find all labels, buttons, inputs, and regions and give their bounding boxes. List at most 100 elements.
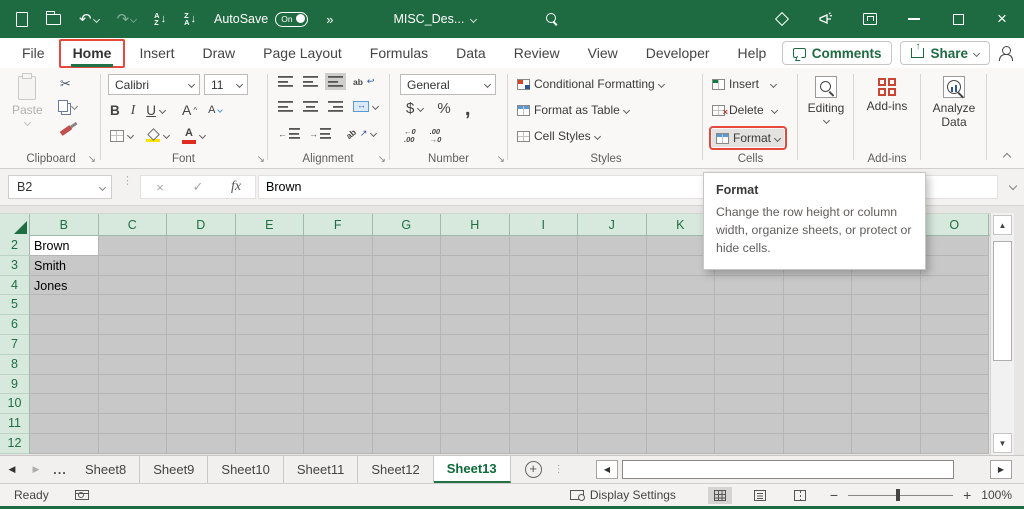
tab-formulas[interactable]: Formulas: [356, 39, 442, 68]
cell-K6[interactable]: [647, 315, 716, 335]
sheet-tab-sheet8[interactable]: Sheet8: [72, 456, 140, 483]
cell-C4[interactable]: [99, 276, 168, 296]
tab-review[interactable]: Review: [500, 39, 574, 68]
cell-H5[interactable]: [441, 295, 510, 315]
search-button[interactable]: [546, 13, 558, 25]
zoom-slider[interactable]: [848, 489, 953, 501]
feedback-icon[interactable]: [804, 0, 848, 38]
cell-B2[interactable]: Brown: [30, 236, 99, 256]
cell-L9[interactable]: [715, 375, 784, 395]
display-settings-button[interactable]: Display Settings: [570, 488, 676, 502]
cell-G4[interactable]: [373, 276, 442, 296]
column-header-G[interactable]: G: [373, 214, 442, 236]
cell-E5[interactable]: [236, 295, 305, 315]
currency-button[interactable]: $: [406, 100, 423, 117]
align-center-icon[interactable]: [303, 101, 318, 112]
cell-D5[interactable]: [167, 295, 236, 315]
cell-E10[interactable]: [236, 394, 305, 414]
cell-L5[interactable]: [715, 295, 784, 315]
cell-L4[interactable]: [715, 276, 784, 296]
cell-G2[interactable]: [373, 236, 442, 256]
tabbar-dots[interactable]: ⋮: [554, 467, 560, 472]
cell-I3[interactable]: [510, 256, 579, 276]
cell-G5[interactable]: [373, 295, 442, 315]
merge-center-button[interactable]: [353, 101, 378, 112]
font-name-select[interactable]: Calibri: [108, 74, 200, 95]
cell-I12[interactable]: [510, 434, 579, 454]
grow-font-button[interactable]: A^: [182, 102, 197, 118]
cell-M9[interactable]: [784, 375, 853, 395]
cell-L6[interactable]: [715, 315, 784, 335]
cell-J11[interactable]: [578, 414, 647, 434]
cell-G11[interactable]: [373, 414, 442, 434]
sheet-ellipsis[interactable]: ...: [48, 456, 72, 483]
cell-G12[interactable]: [373, 434, 442, 454]
cell-D12[interactable]: [167, 434, 236, 454]
cell-I4[interactable]: [510, 276, 579, 296]
sheet-tab-sheet12[interactable]: Sheet12: [358, 456, 433, 483]
cancel-icon[interactable]: ×: [141, 180, 179, 195]
macro-record-icon[interactable]: [75, 490, 89, 500]
align-middle-icon[interactable]: [303, 76, 318, 87]
format-painter-button[interactable]: [60, 128, 72, 133]
sheet-tab-sheet9[interactable]: Sheet9: [140, 456, 208, 483]
row-header-6[interactable]: 6: [0, 315, 30, 335]
collapse-ribbon-icon[interactable]: [1003, 153, 1011, 161]
cell-B8[interactable]: [30, 355, 99, 375]
column-header-F[interactable]: F: [304, 214, 373, 236]
cell-B6[interactable]: [30, 315, 99, 335]
cell-L8[interactable]: [715, 355, 784, 375]
clipboard-dialog-launcher[interactable]: ↘: [88, 154, 96, 165]
cell-E11[interactable]: [236, 414, 305, 434]
addins-button[interactable]: Add-ins: [862, 78, 912, 113]
cell-H4[interactable]: [441, 276, 510, 296]
autosave-switch[interactable]: On: [275, 12, 308, 27]
cell-F7[interactable]: [304, 335, 373, 355]
cell-I7[interactable]: [510, 335, 579, 355]
cell-C7[interactable]: [99, 335, 168, 355]
column-header-B[interactable]: B: [30, 214, 99, 236]
new-file-icon[interactable]: [16, 12, 28, 27]
cell-J7[interactable]: [578, 335, 647, 355]
cell-B12[interactable]: [30, 434, 99, 454]
cell-L12[interactable]: [715, 434, 784, 454]
cell-J5[interactable]: [578, 295, 647, 315]
cell-G9[interactable]: [373, 375, 442, 395]
vertical-scroll-thumb[interactable]: [993, 241, 1012, 361]
cell-J12[interactable]: [578, 434, 647, 454]
cell-J2[interactable]: [578, 236, 647, 256]
cell-J6[interactable]: [578, 315, 647, 335]
scroll-right-icon[interactable]: ▶: [990, 460, 1012, 479]
share-button[interactable]: Share: [900, 41, 990, 65]
cell-F3[interactable]: [304, 256, 373, 276]
maximize-button[interactable]: [936, 0, 980, 38]
cell-F9[interactable]: [304, 375, 373, 395]
tab-developer[interactable]: Developer: [632, 39, 724, 68]
number-format-select[interactable]: General: [400, 74, 496, 95]
cell-G7[interactable]: [373, 335, 442, 355]
expand-formula-bar-icon[interactable]: [1009, 182, 1017, 190]
close-button[interactable]: ×: [980, 0, 1024, 38]
cell-H9[interactable]: [441, 375, 510, 395]
cell-C9[interactable]: [99, 375, 168, 395]
comma-style-button[interactable]: ,: [465, 104, 471, 114]
decrease-indent-icon[interactable]: ←: [278, 128, 300, 139]
select-all-corner[interactable]: [0, 214, 30, 237]
cell-J9[interactable]: [578, 375, 647, 395]
cell-B7[interactable]: [30, 335, 99, 355]
horizontal-scrollbar[interactable]: ◀ ▶: [596, 460, 1012, 480]
cell-M11[interactable]: [784, 414, 853, 434]
row-header-11[interactable]: 11: [0, 414, 30, 434]
cell-B10[interactable]: [30, 394, 99, 414]
sheet-nav-right-icon[interactable]: ▶: [24, 456, 48, 483]
cell-O4[interactable]: [921, 276, 990, 296]
cell-E4[interactable]: [236, 276, 305, 296]
cell-K11[interactable]: [647, 414, 716, 434]
cell-G8[interactable]: [373, 355, 442, 375]
row-header-2[interactable]: 2: [0, 236, 30, 256]
align-right-icon[interactable]: [328, 101, 343, 112]
tab-data[interactable]: Data: [442, 39, 500, 68]
align-top-icon[interactable]: [278, 76, 293, 87]
cell-H2[interactable]: [441, 236, 510, 256]
cut-button[interactable]: ✂: [60, 76, 71, 92]
